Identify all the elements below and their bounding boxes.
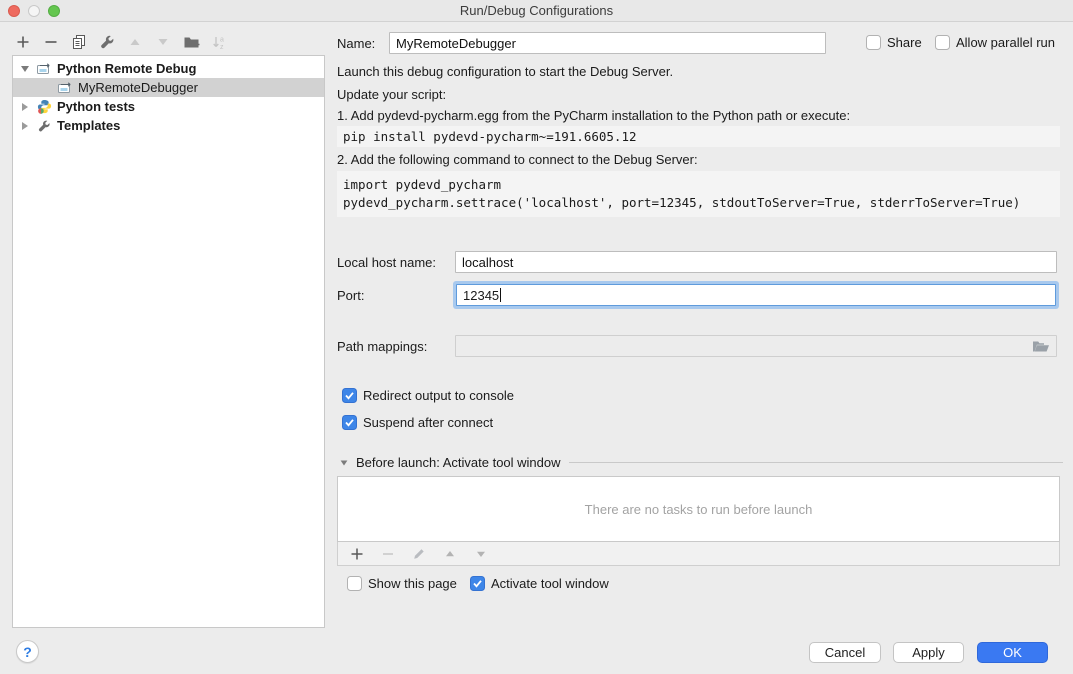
step1-text: 1. Add pydevd-pycharm.egg from the PyCha… (337, 108, 850, 123)
path-mappings-field[interactable] (455, 335, 1057, 357)
new-folder-icon[interactable] (182, 33, 200, 51)
chevron-down-icon[interactable] (21, 66, 29, 72)
move-down-icon (154, 33, 172, 51)
tree-item-python-remote-debug[interactable]: Python Remote Debug (13, 59, 324, 78)
tree-item-label: Python Remote Debug (57, 61, 196, 76)
remove-task-icon (379, 545, 397, 563)
chevron-right-icon[interactable] (22, 103, 28, 111)
edit-task-pencil-icon (410, 545, 428, 563)
configurations-toolbar: az (14, 31, 228, 53)
text-caret (500, 288, 501, 302)
before-launch-title: Before launch: Activate tool window (356, 455, 561, 470)
redirect-output-checkbox[interactable] (342, 388, 357, 403)
update-script-text: Update your script: (337, 87, 446, 102)
intro-text: Launch this debug configuration to start… (337, 64, 673, 79)
apply-button[interactable]: Apply (893, 642, 964, 663)
port-input[interactable]: 12345 (456, 284, 1056, 306)
run-debug-configurations-dialog: Run/Debug Configurations az (0, 0, 1073, 674)
svg-text:a: a (220, 37, 224, 44)
tree-item-templates[interactable]: Templates (13, 116, 324, 135)
local-host-label: Local host name: (337, 255, 436, 270)
separator-line (569, 462, 1063, 463)
minimize-window-button[interactable] (28, 5, 40, 17)
before-launch-task-list[interactable]: There are no tasks to run before launch (337, 476, 1060, 542)
remote-debug-icon (57, 80, 73, 96)
configurations-tree: Python Remote Debug MyRemoteDebugger Pyt… (12, 55, 325, 628)
python-tests-icon (36, 99, 52, 115)
name-label: Name: (337, 36, 375, 51)
templates-wrench-icon (36, 118, 52, 134)
path-mappings-label: Path mappings: (337, 339, 427, 354)
window-title: Run/Debug Configurations (460, 3, 613, 18)
port-value: 12345 (463, 288, 499, 303)
edit-templates-icon[interactable] (98, 33, 116, 51)
redirect-output-label: Redirect output to console (363, 388, 514, 403)
step2-text: 2. Add the following command to connect … (337, 152, 698, 167)
zoom-window-button[interactable] (48, 5, 60, 17)
suspend-after-connect-checkbox[interactable] (342, 415, 357, 430)
settrace-code-line2: pydevd_pycharm.settrace('localhost', por… (343, 194, 1054, 212)
show-this-page-label: Show this page (368, 576, 457, 591)
titlebar: Run/Debug Configurations (0, 0, 1073, 22)
chevron-right-icon[interactable] (22, 122, 28, 130)
show-this-page-checkbox[interactable] (347, 576, 362, 591)
tree-item-label: Python tests (57, 99, 135, 114)
move-up-icon (126, 33, 144, 51)
show-this-page-checkbox-row[interactable]: Show this page (347, 576, 457, 591)
remote-debug-icon (36, 61, 52, 77)
sort-alphabetically-icon: az (210, 33, 228, 51)
remove-configuration-icon[interactable] (42, 33, 60, 51)
activate-tool-window-label: Activate tool window (491, 576, 609, 591)
tree-item-label: MyRemoteDebugger (78, 80, 198, 95)
cancel-button[interactable]: Cancel (809, 642, 881, 663)
activate-tool-window-checkbox-row[interactable]: Activate tool window (470, 576, 609, 591)
add-configuration-icon[interactable] (14, 33, 32, 51)
window-controls (8, 5, 60, 17)
share-label: Share (887, 35, 922, 50)
pip-install-code: pip install pydevd-pycharm~=191.6605.12 (337, 126, 1060, 147)
local-host-input[interactable] (455, 251, 1057, 273)
before-launch-header[interactable]: Before launch: Activate tool window (340, 455, 1063, 470)
settrace-code: import pydevd_pycharm pydevd_pycharm.set… (337, 171, 1060, 217)
name-input[interactable] (389, 32, 826, 54)
ok-button[interactable]: OK (977, 642, 1048, 663)
svg-text:z: z (220, 44, 224, 50)
tree-item-python-tests[interactable]: Python tests (13, 97, 324, 116)
copy-configuration-icon[interactable] (70, 33, 88, 51)
allow-parallel-run-label: Allow parallel run (956, 35, 1055, 50)
share-checkbox-row[interactable]: Share (866, 35, 922, 50)
tree-item-label: Templates (57, 118, 120, 133)
suspend-after-connect-label: Suspend after connect (363, 415, 493, 430)
share-checkbox[interactable] (866, 35, 881, 50)
empty-tasks-text: There are no tasks to run before launch (585, 502, 813, 517)
close-window-button[interactable] (8, 5, 20, 17)
add-task-icon[interactable] (348, 545, 366, 563)
help-button[interactable]: ? (16, 640, 39, 663)
before-launch-toolbar (337, 542, 1060, 566)
allow-parallel-run-checkbox[interactable] (935, 35, 950, 50)
browse-folder-icon[interactable] (1032, 337, 1050, 355)
port-label: Port: (337, 288, 364, 303)
redirect-output-checkbox-row[interactable]: Redirect output to console (342, 388, 514, 403)
suspend-after-connect-checkbox-row[interactable]: Suspend after connect (342, 415, 493, 430)
settrace-code-line1: import pydevd_pycharm (343, 176, 1054, 194)
collapse-triangle-icon[interactable] (341, 460, 348, 465)
move-task-up-icon (441, 545, 459, 563)
allow-parallel-run-checkbox-row[interactable]: Allow parallel run (935, 35, 1055, 50)
tree-item-myremotedebugger[interactable]: MyRemoteDebugger (13, 78, 324, 97)
activate-tool-window-checkbox[interactable] (470, 576, 485, 591)
move-task-down-icon (472, 545, 490, 563)
